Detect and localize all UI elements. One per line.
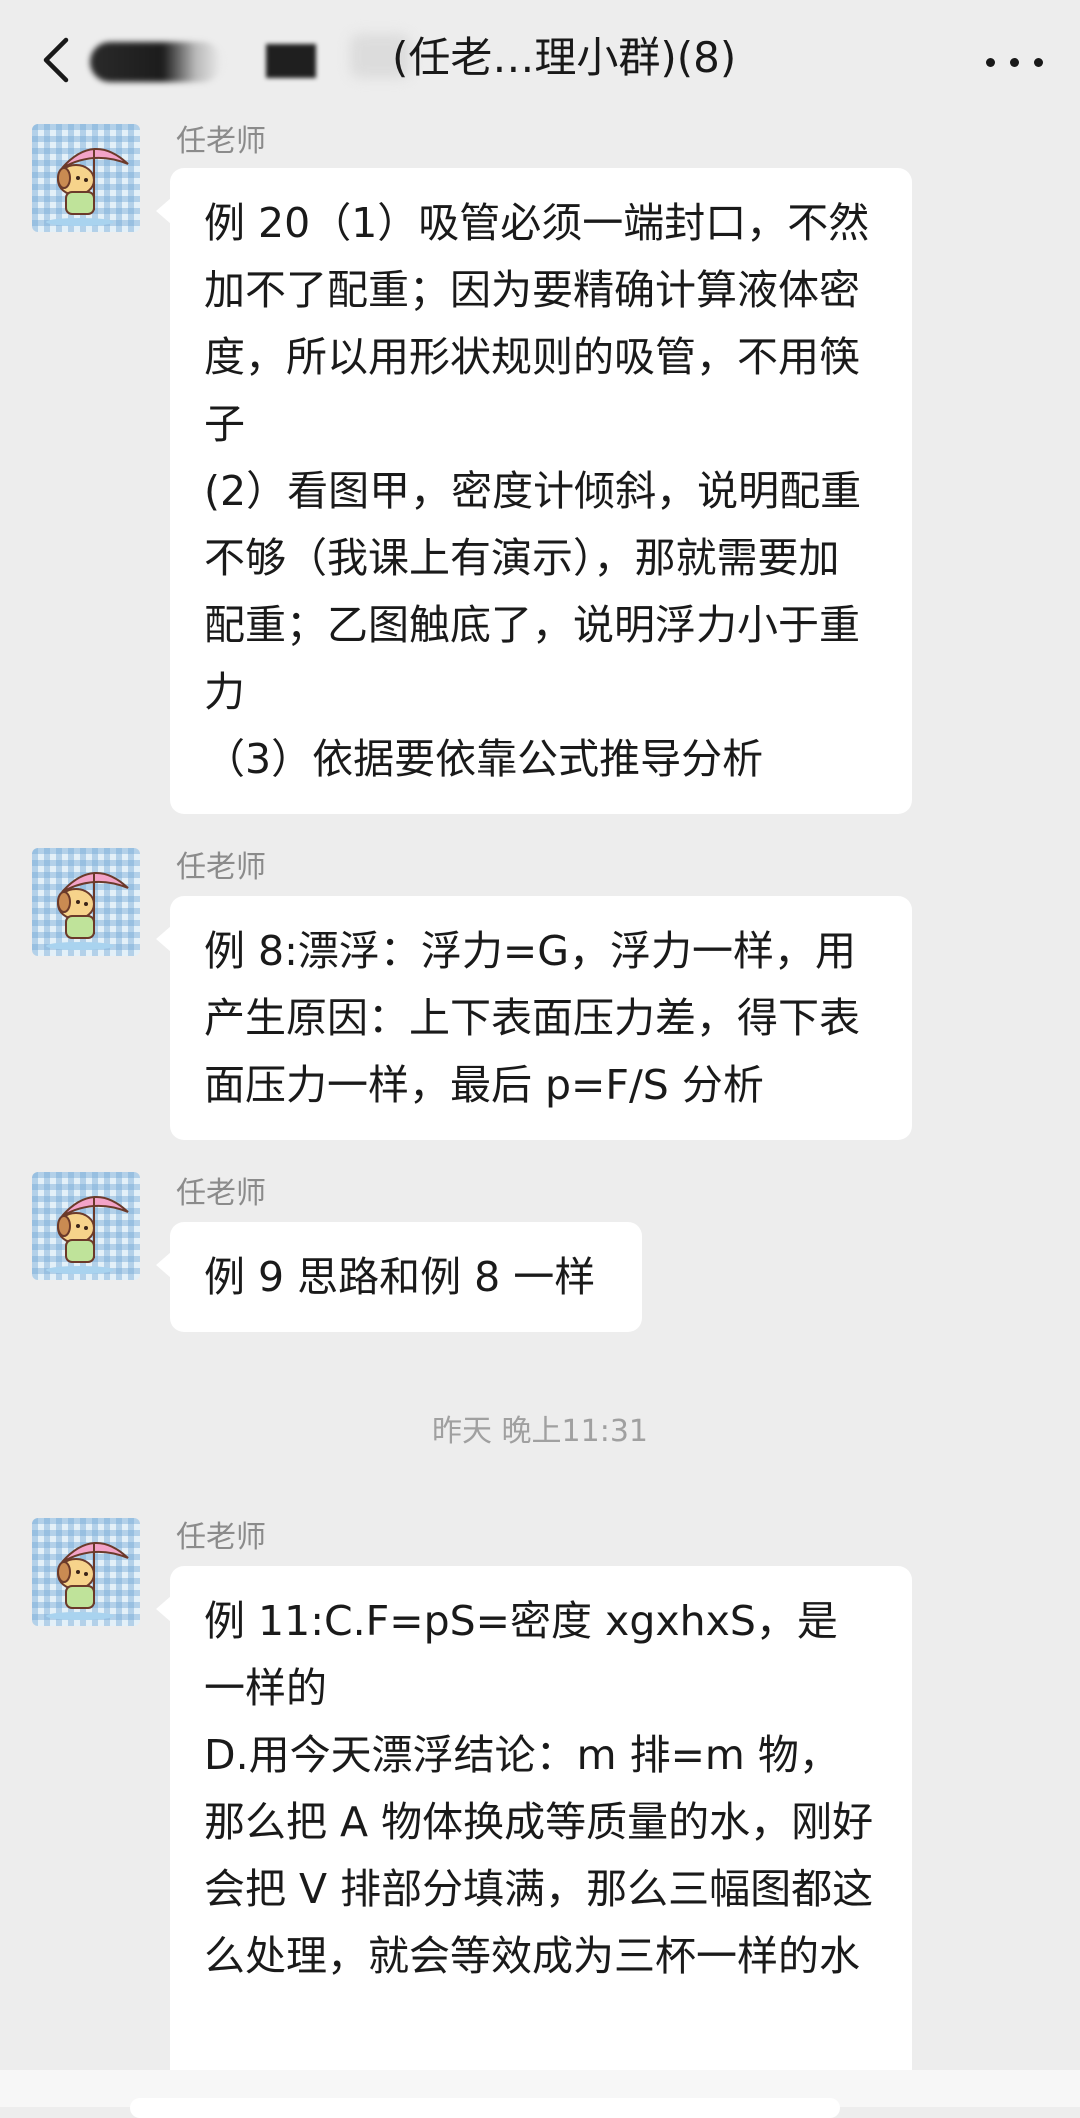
dog-umbrella-icon [46,1196,129,1274]
dog-umbrella-icon [46,872,129,950]
avatar[interactable] [32,1518,140,1626]
avatar[interactable] [32,124,140,232]
back-button[interactable] [30,28,90,92]
more-button[interactable] [980,38,1050,82]
sender-name: 任老师 [176,1520,266,1555]
dog-umbrella-icon [46,148,129,226]
back-icon [43,37,69,83]
redacted-name [90,42,222,82]
time-separator: 昨天 晚上11:31 [432,1414,648,1449]
message-bubble[interactable]: 例 11:C.F=pS=密度 xgxhxS，是一样的 D.用今天漂浮结论：m 排… [156,1566,912,2086]
chat-title-text: (任老…理小群)(8) [392,33,737,82]
message-bubble[interactable]: 例 8:漂浮：浮力=G，浮力一样，用产生原因：上下表面压力差，得下表面压力一样，… [156,896,912,1140]
redacted-name [266,44,316,78]
chat-feed[interactable]: 任老师 例 20（1）吸管必须一端封口，不然加不了配重；因为要精确计算液体密度，… [0,0,1080,2107]
message-bubble[interactable]: 例 20（1）吸管必须一端封口，不然加不了配重；因为要精确计算液体密度，所以用形… [156,168,912,814]
sender-name: 任老师 [176,124,266,159]
chat-title[interactable]: (任老…理小群)(8) [88,22,848,98]
message-bubble[interactable]: 例 9 思路和例 8 一样 [156,1222,642,1332]
avatar[interactable] [32,848,140,956]
chat-header: (任老…理小群)(8) [0,0,1080,120]
dog-umbrella-icon [46,1542,129,1620]
message-input[interactable] [130,2098,840,2118]
sender-name: 任老师 [176,850,266,885]
avatar[interactable] [32,1172,140,1280]
sender-name: 任老师 [176,1176,266,1211]
input-bar[interactable] [0,2070,1080,2118]
